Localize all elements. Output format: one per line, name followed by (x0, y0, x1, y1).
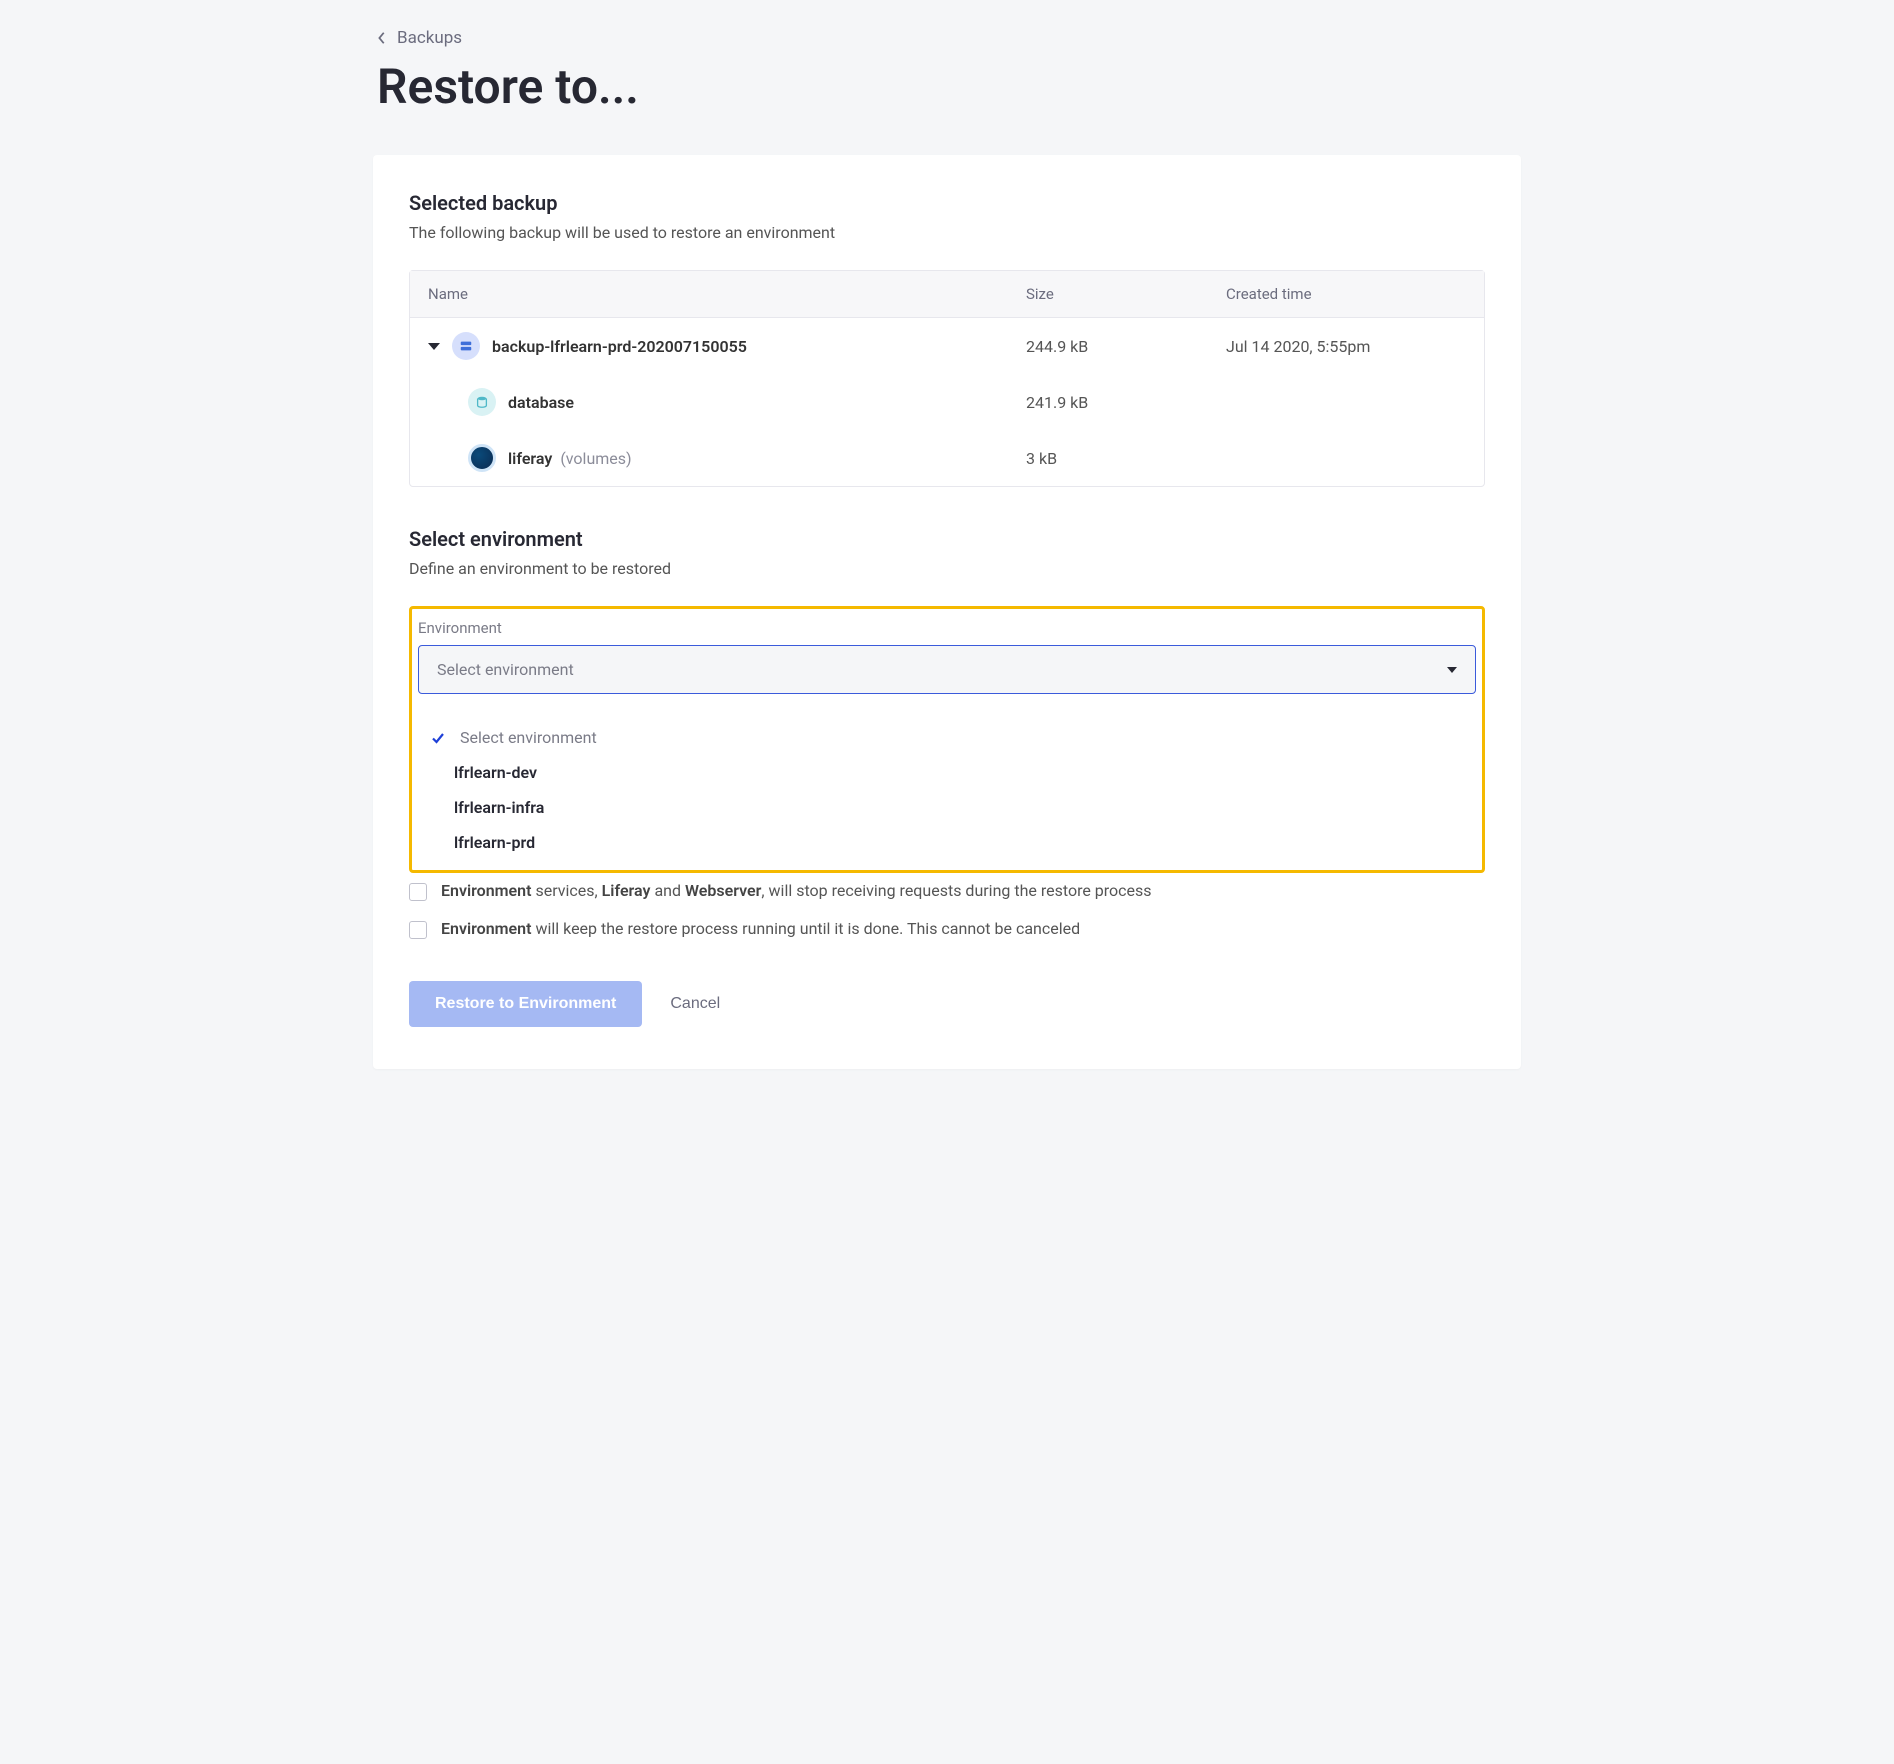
page-container: Backups Restore to... Selected backup Th… (373, 0, 1521, 1129)
expand-caret-icon[interactable] (428, 343, 440, 350)
backup-table: Name Size Created time backup-lfrlearn-p… (409, 270, 1485, 487)
backup-icon (452, 332, 480, 360)
dropdown-option[interactable]: lfrlearn-dev (422, 755, 1472, 790)
confirm-text: Environment services, Liferay and Webser… (441, 881, 1152, 900)
checkbox[interactable] (409, 921, 427, 939)
breadcrumb-label: Backups (397, 28, 462, 48)
col-created: Created time (1226, 285, 1466, 303)
child-size: 3 kB (1026, 449, 1226, 468)
cancel-button[interactable]: Cancel (670, 995, 720, 1013)
dropdown-option-label: lfrlearn-infra (454, 798, 544, 817)
environment-highlight: Environment Select environment Select en… (409, 606, 1485, 873)
selected-backup-desc: The following backup will be used to res… (409, 223, 1485, 242)
backup-size: 244.9 kB (1026, 337, 1226, 356)
dropdown-option[interactable]: lfrlearn-prd (422, 825, 1472, 860)
confirm-row: Environment services, Liferay and Webser… (409, 875, 1485, 913)
child-name: liferay (508, 449, 552, 468)
col-name: Name (428, 285, 1026, 303)
restore-button[interactable]: Restore to Environment (409, 981, 642, 1027)
select-env-desc: Define an environment to be restored (409, 559, 1485, 578)
child-name: database (508, 393, 574, 412)
table-row: liferay (volumes) 3 kB (410, 430, 1484, 486)
table-row: database 241.9 kB (410, 374, 1484, 430)
dropdown-option-label: lfrlearn-prd (454, 833, 535, 852)
restore-card: Selected backup The following backup wil… (373, 155, 1521, 1069)
dropdown-option-placeholder[interactable]: Select environment (422, 720, 1472, 755)
child-size: 241.9 kB (1026, 393, 1226, 412)
check-icon (428, 730, 448, 746)
confirm-row: Environment will keep the restore proces… (409, 913, 1485, 951)
environment-field-label: Environment (418, 619, 1476, 637)
chevron-left-icon (377, 31, 387, 45)
chevron-down-icon (1447, 667, 1457, 673)
col-size: Size (1026, 285, 1226, 303)
backup-name: backup-lfrlearn-prd-202007150055 (492, 337, 747, 356)
table-row: backup-lfrlearn-prd-202007150055 244.9 k… (410, 318, 1484, 374)
selected-backup-title: Selected backup (409, 191, 1485, 215)
backup-created: Jul 14 2020, 5:55pm (1226, 337, 1466, 356)
environment-select[interactable]: Select environment (418, 645, 1476, 694)
dropdown-option-label: lfrlearn-dev (454, 763, 537, 782)
confirm-text: Environment will keep the restore proces… (441, 919, 1080, 938)
dropdown-option-label: Select environment (460, 728, 597, 747)
select-env-title: Select environment (409, 527, 1485, 551)
select-value: Select environment (437, 660, 574, 679)
checkbox[interactable] (409, 883, 427, 901)
page-title: Restore to... (373, 58, 1521, 115)
liferay-icon (468, 444, 496, 472)
database-icon (468, 388, 496, 416)
table-header: Name Size Created time (410, 271, 1484, 318)
breadcrumb-back[interactable]: Backups (373, 28, 1521, 48)
child-suffix: (volumes) (560, 449, 631, 468)
dropdown-option[interactable]: lfrlearn-infra (422, 790, 1472, 825)
confirmation-list: Environment services, Liferay and Webser… (409, 875, 1485, 951)
environment-dropdown: Select environment lfrlearn-dev lfrlearn… (418, 714, 1476, 870)
action-bar: Restore to Environment Cancel (409, 981, 1485, 1027)
